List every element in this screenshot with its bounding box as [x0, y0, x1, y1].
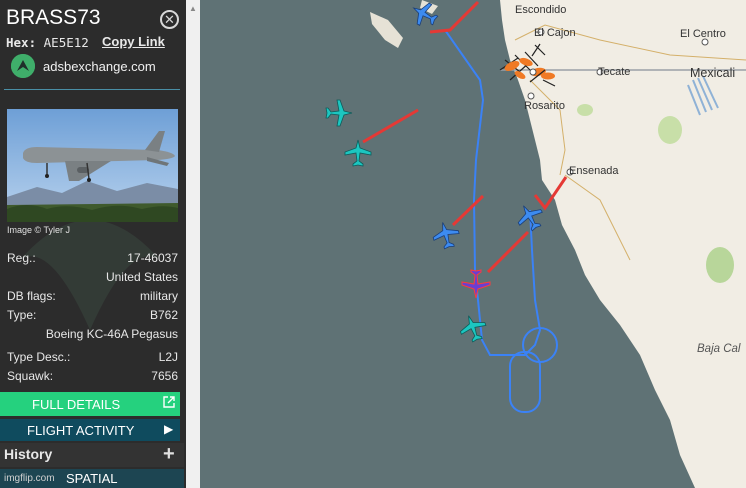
- info-label: Type Desc.:: [7, 350, 71, 364]
- info-value: 7656: [151, 369, 178, 383]
- place-label: Mexicali: [690, 66, 736, 80]
- aircraft-trail: [451, 194, 485, 227]
- spatial-button[interactable]: SPATIAL: [66, 471, 118, 486]
- info-row-squawk: Squawk: 7656: [7, 369, 178, 387]
- info-label: Squawk:: [7, 369, 54, 383]
- hex-value: AE5E12: [43, 35, 89, 50]
- map-canvas[interactable]: [200, 0, 746, 488]
- info-value: Boeing KC-46A Pegasus: [45, 327, 178, 341]
- city-dot: [529, 68, 537, 76]
- region-label: Baja Cal: [697, 343, 741, 355]
- map-view[interactable]: Escondido El Cajon El Centro Tecate Mexi…: [200, 0, 746, 488]
- aircraft-photo[interactable]: [7, 109, 178, 222]
- full-details-label: FULL DETAILS: [32, 397, 121, 412]
- flight-activity-button[interactable]: FLIGHT ACTIVITY ▶: [0, 419, 180, 441]
- info-label: Type:: [7, 308, 37, 322]
- park-area: [577, 104, 593, 116]
- divider: [4, 89, 180, 90]
- park-area: [706, 247, 734, 283]
- info-value: United States: [105, 270, 178, 284]
- history-label: History: [4, 446, 53, 462]
- hex-label: Hex:: [6, 35, 37, 50]
- bottom-bar: imgflip.com SPATIAL: [0, 469, 184, 488]
- external-link-icon: [163, 396, 175, 408]
- panel-scrollbar[interactable]: ▲: [186, 0, 200, 488]
- adsbexchange-link[interactable]: adsbexchange.com: [11, 54, 181, 80]
- place-label: Escondido: [515, 4, 567, 16]
- info-value: 17-46037: [127, 251, 178, 265]
- place-label: El Centro: [680, 28, 726, 40]
- copy-link[interactable]: Copy Link: [102, 34, 165, 49]
- island: [370, 12, 403, 48]
- place-label: Rosarito: [524, 100, 565, 112]
- info-row-country: United States: [7, 270, 178, 288]
- aircraft-callsign: BRASS73: [6, 6, 101, 29]
- place-label: Ensenada: [569, 165, 619, 177]
- photo-credit: Image © Tyler J: [7, 225, 70, 235]
- adsbexchange-logo-icon: [11, 54, 35, 78]
- expand-plus-icon[interactable]: +: [163, 443, 175, 466]
- hex-row: Hex: AE5E12: [6, 35, 89, 50]
- aircraft-icon: [432, 222, 460, 250]
- selected-aircraft-icon: [461, 269, 491, 299]
- aircraft-trail: [486, 230, 530, 274]
- place-label: El Cajon: [534, 27, 576, 39]
- place-label: Tecate: [598, 66, 631, 78]
- info-value: L2J: [158, 350, 178, 364]
- aircraft-icon: [325, 99, 353, 127]
- imgflip-watermark: imgflip.com: [4, 473, 55, 484]
- full-details-button[interactable]: FULL DETAILS: [0, 392, 180, 416]
- aircraft-trail: [362, 108, 419, 144]
- info-label: DB flags:: [7, 289, 56, 303]
- park-area: [658, 116, 682, 144]
- info-value: military: [140, 289, 178, 303]
- info-row-type-desc: Type Desc.: L2J: [7, 350, 178, 368]
- info-row-db-flags: DB flags: military: [7, 289, 178, 307]
- info-row-type: Type: B762: [7, 308, 178, 326]
- history-section[interactable]: History +: [0, 443, 184, 467]
- scroll-up-icon[interactable]: ▲: [189, 4, 197, 13]
- chevron-right-icon: ▶: [164, 422, 174, 436]
- city-dot: [527, 92, 535, 100]
- info-value: B762: [149, 308, 178, 322]
- info-label: Reg.:: [7, 251, 36, 265]
- aircraft-info-panel: BRASS73 ✕ Hex: AE5E12 Copy Link adsbexch…: [0, 0, 186, 488]
- info-row-registration: Reg.: 17-46037: [7, 251, 178, 269]
- info-row-type-name: Boeing KC-46A Pegasus: [7, 327, 178, 345]
- close-icon[interactable]: ✕: [160, 10, 179, 29]
- flight-activity-label: FLIGHT ACTIVITY: [27, 423, 135, 438]
- adsbexchange-site: adsbexchange.com: [43, 59, 156, 74]
- aircraft-icon: [344, 139, 372, 167]
- aircraft-icon: [459, 315, 487, 343]
